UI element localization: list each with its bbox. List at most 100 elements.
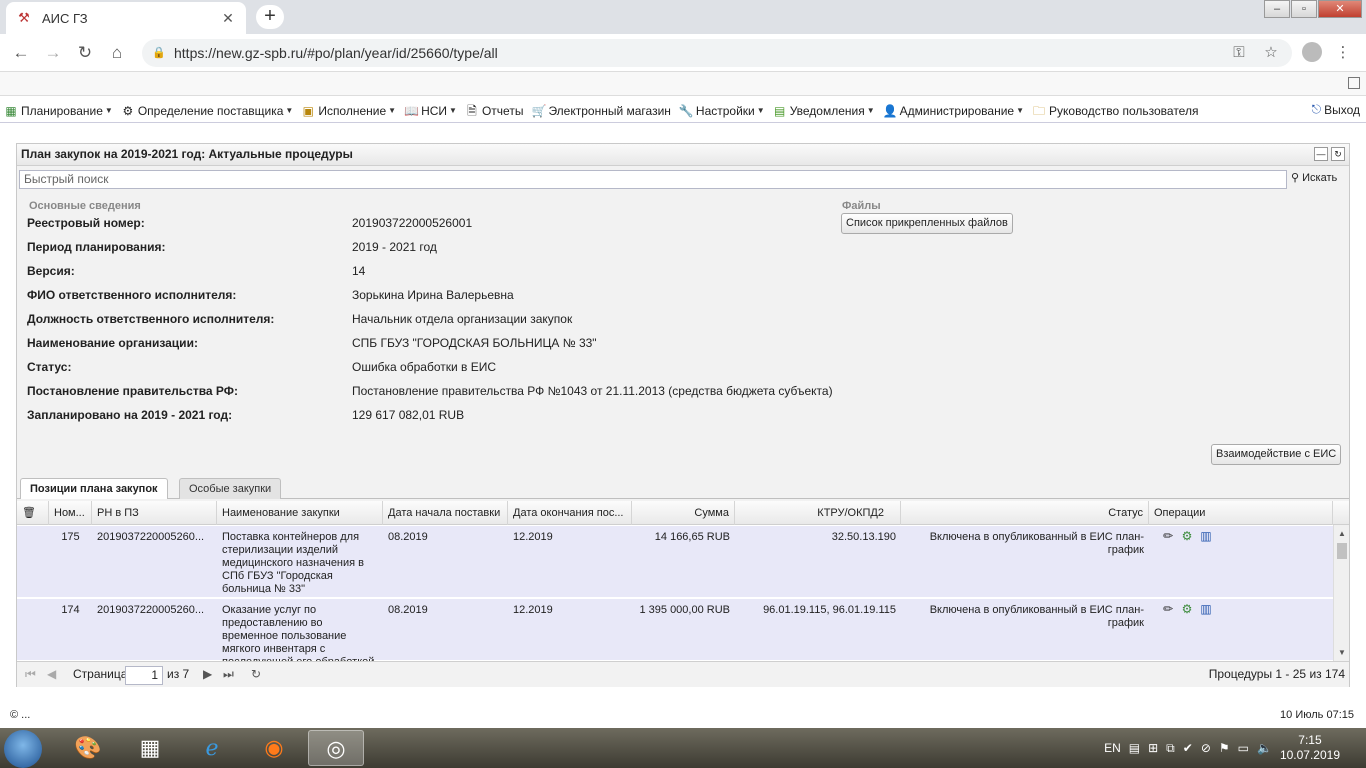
restore-icon[interactable] — [1348, 77, 1360, 89]
col-header-name[interactable]: Наименование закупки — [217, 501, 383, 525]
close-window-button[interactable]: ✕ — [1318, 0, 1362, 18]
tray-app-icon[interactable]: ⊘ — [1201, 741, 1211, 755]
edit-pencil-icon[interactable]: ✏ — [1160, 529, 1176, 543]
last-page-icon[interactable]: ⏭ — [223, 667, 234, 682]
first-page-icon[interactable]: ⏮ — [25, 667, 36, 682]
star-icon[interactable]: ☆ — [1260, 42, 1282, 64]
dropdown-arrow-icon: ▼ — [285, 106, 294, 115]
language-indicator[interactable]: EN — [1104, 741, 1121, 755]
menu-item-execution[interactable]: ▣ Исполнение ▼ — [301, 104, 396, 118]
browser-tab[interactable]: ⚒ АИС ГЗ ✕ — [6, 2, 246, 34]
col-header-sum[interactable]: Сумма — [632, 501, 735, 525]
col-header-num[interactable]: Ном... — [49, 501, 92, 525]
volume-icon[interactable]: 🔈 — [1257, 741, 1272, 755]
tab-special-purchases[interactable]: Особые закупки — [179, 478, 282, 499]
tab-plan-positions[interactable]: Позиции плана закупок — [20, 478, 168, 499]
collapse-icon[interactable]: — — [1314, 147, 1328, 161]
url-field[interactable]: 🔒 https://new.gz-spb.ru/#po/plan/year/id… — [142, 39, 1292, 67]
menu-dots-icon[interactable]: ⋮ — [1332, 42, 1354, 64]
table-row[interactable]: 174 2019037220005260... Оказание услуг п… — [17, 599, 1333, 661]
tray-app-icon[interactable]: ⊞ — [1148, 741, 1158, 755]
scroll-up-icon[interactable]: ▲ — [1334, 529, 1349, 538]
execution-icon: ▣ — [302, 103, 314, 118]
attached-files-button[interactable]: Список прикрепленных файлов — [841, 213, 1013, 234]
prev-page-icon[interactable]: ◀ — [47, 667, 56, 681]
site-favicon-icon: ⚒ — [18, 10, 30, 25]
flag-icon[interactable]: ⚑ — [1219, 741, 1230, 755]
eis-interaction-button[interactable]: Взаимодействие с ЕИС — [1211, 444, 1342, 465]
col-header-status[interactable]: Статус — [901, 501, 1149, 525]
grid-scrollbar[interactable]: ▲ ▼ — [1333, 525, 1349, 661]
col-header-operations[interactable]: Операции — [1149, 501, 1333, 525]
address-bar: ← → ↻ ⌂ 🔒 https://new.gz-spb.ru/#po/plan… — [0, 34, 1366, 72]
menu-item-settings[interactable]: 🔧 Настройки ▼ — [679, 104, 765, 118]
bookmark-bar — [0, 72, 1366, 96]
browser-tabstrip: ⚒ АИС ГЗ ✕ + ‒ ▫ ✕ — [0, 0, 1366, 34]
tray-security-icon[interactable]: ✔ — [1183, 741, 1193, 755]
field-label: Статус: — [27, 360, 72, 374]
network-icon[interactable]: ▭ — [1238, 741, 1249, 755]
tray-app-icon[interactable]: ▤ — [1129, 741, 1140, 755]
field-label: Запланировано на 2019 - 2021 год: — [27, 408, 233, 422]
stats-chart-icon[interactable]: ▥ — [1198, 602, 1214, 616]
col-header-start[interactable]: Дата начала поставки — [383, 501, 508, 525]
col-header-end[interactable]: Дата окончания пос... — [508, 501, 632, 525]
col-header-rn[interactable]: РН в ПЗ — [92, 501, 217, 525]
system-clock[interactable]: 7:15 10.07.2019 — [1280, 733, 1340, 763]
menu-item-reports[interactable]: 🗎 Отчеты — [465, 104, 523, 118]
filter-clear-icon[interactable]: 🗑 — [17, 501, 49, 525]
menu-item-nsi[interactable]: 📖 НСИ ▼ — [404, 104, 457, 118]
menu-item-manual[interactable]: 🗀 Руководство пользователя — [1032, 104, 1198, 118]
panel-tabs: Позиции плана закупок Особые закупки — [17, 475, 1349, 499]
menu-item-shop[interactable]: 🛒 Электронный магазин — [531, 104, 670, 118]
process-gear-icon[interactable]: ⚙ — [1179, 602, 1195, 616]
maximize-button[interactable]: ▫ — [1291, 0, 1317, 18]
key-icon[interactable]: ⚿ — [1228, 42, 1250, 64]
table-row[interactable]: 175 2019037220005260... Поставка контейн… — [17, 526, 1333, 598]
firefox-icon[interactable]: ◉ — [246, 730, 302, 766]
menu-item-admin[interactable]: 👤 Администрирование ▼ — [883, 104, 1024, 118]
scroll-thumb[interactable] — [1337, 543, 1347, 559]
menu-item-notifications[interactable]: ▤ Уведомления ▼ — [773, 104, 875, 118]
home-icon[interactable]: ⌂ — [106, 42, 128, 64]
dropdown-arrow-icon: ▼ — [449, 106, 457, 115]
new-tab-button[interactable]: + — [256, 5, 284, 29]
cell-sum: 1 395 000,00 RUB — [639, 604, 730, 616]
refresh-icon[interactable]: ↻ — [1331, 147, 1345, 161]
paint-icon[interactable]: 🎨 — [60, 730, 116, 766]
quick-search-input[interactable]: Быстрый поиск — [19, 170, 1287, 189]
forward-arrow-icon[interactable]: → — [42, 42, 64, 64]
back-arrow-icon[interactable]: ← — [10, 42, 32, 64]
exit-button[interactable]: ⎋ Выход — [1312, 102, 1360, 117]
windows-taskbar: 🎨 ▦ ℯ ◉ ◎ EN ▤ ⊞ ⧉ ✔ ⊘ ⚑ ▭ 🔈 7:15 10.07.… — [0, 728, 1366, 768]
field-label: Версия: — [27, 264, 75, 278]
stats-chart-icon[interactable]: ▥ — [1198, 529, 1214, 543]
settings-icon: 🔧 — [678, 103, 694, 118]
refresh-icon[interactable]: ↻ — [251, 667, 261, 681]
search-button[interactable]: ⚲ Искать — [1291, 171, 1337, 184]
minimize-button[interactable]: ‒ — [1264, 0, 1290, 18]
edit-pencil-icon[interactable]: ✏ — [1160, 602, 1176, 616]
col-header-ktru[interactable]: КТРУ/ОКПД2 — [735, 501, 901, 525]
chrome-icon[interactable]: ◎ — [308, 730, 364, 766]
page-number-input[interactable]: 1 — [125, 666, 163, 685]
exit-icon: ⎋ — [1311, 102, 1322, 116]
internet-explorer-icon[interactable]: ℯ — [184, 730, 240, 766]
window-controls: ‒ ▫ ✕ — [1263, 0, 1362, 18]
page-label: Страница — [73, 667, 128, 681]
section-main-title: Основные сведения — [29, 200, 141, 212]
tab-close-icon[interactable]: ✕ — [220, 10, 236, 27]
menu-item-supplier[interactable]: ⚙ Определение поставщика ▼ — [121, 104, 293, 118]
next-page-icon[interactable]: ▶ — [203, 667, 212, 681]
start-button[interactable] — [4, 730, 42, 768]
process-gear-icon[interactable]: ⚙ — [1179, 529, 1195, 543]
reload-icon[interactable]: ↻ — [74, 42, 96, 64]
positions-grid: 🗑 Ном... РН в ПЗ Наименование закупки Да… — [17, 501, 1349, 661]
tab-title: АИС ГЗ — [42, 10, 88, 26]
tray-network-icon[interactable]: ⧉ — [1166, 741, 1175, 756]
dropdown-arrow-icon: ▼ — [104, 106, 113, 115]
menu-item-planning[interactable]: ▦ Планирование ▼ — [4, 104, 113, 118]
office-icon[interactable]: ▦ — [122, 730, 178, 766]
scroll-down-icon[interactable]: ▼ — [1334, 648, 1349, 657]
profile-avatar[interactable] — [1302, 42, 1322, 62]
